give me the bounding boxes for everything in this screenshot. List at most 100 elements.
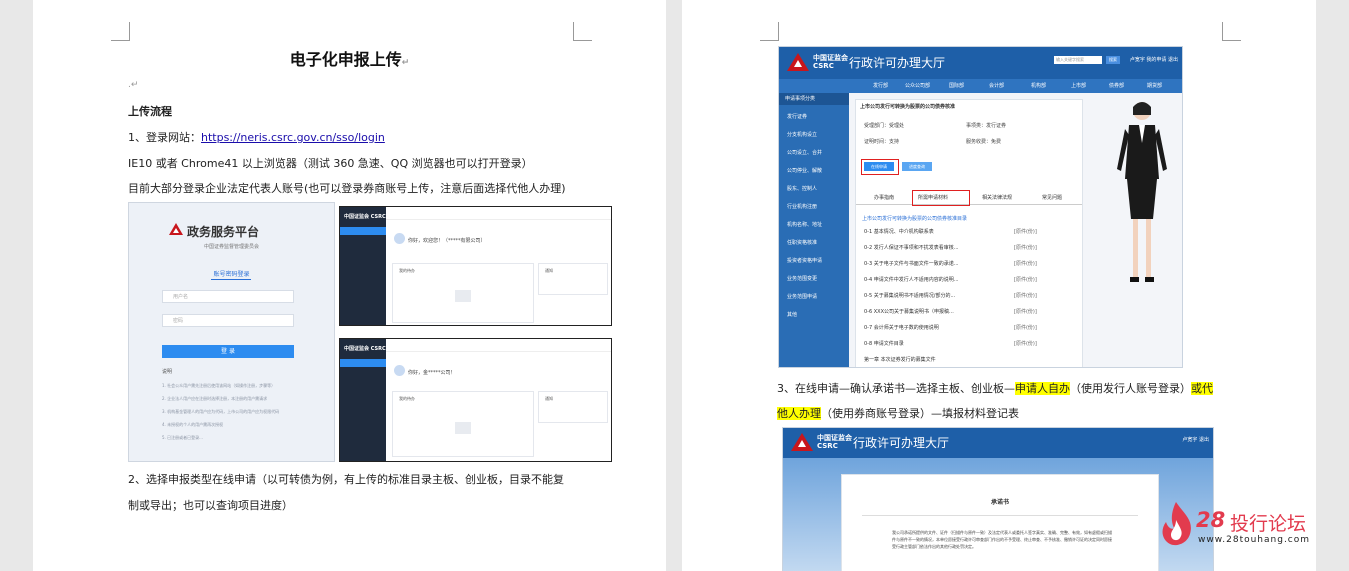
sidebar-item[interactable]: 业务范围申请: [787, 293, 817, 300]
nav-item[interactable]: 公众公司部: [905, 82, 930, 89]
nav-item[interactable]: 上市部: [1071, 82, 1086, 89]
sidebar-item[interactable]: 任职资格核准: [787, 239, 817, 246]
todo-card: 我的待办: [392, 263, 534, 323]
avatar: [394, 233, 405, 244]
csrc-logo-icon: [791, 433, 813, 451]
dashboard-welcome: 你好，欢迎您！（*****有限公司）: [408, 238, 486, 244]
login-note: 3. 机构基金管理人的用户应为代码，上市公司的用户应为权限代码: [162, 409, 280, 414]
matter-type-label: 事项类：发行证券: [966, 123, 1007, 129]
nav-item[interactable]: 期货部: [1147, 82, 1162, 89]
portal-screenshot: 中国证监会 CSRC 行政许可办理大厅 输入关键字搜索 搜索 卢宽宇 我的申请 退…: [778, 46, 1183, 368]
sidebar-item[interactable]: 行业机构注册: [787, 203, 817, 210]
platform-name: 政务服务平台: [187, 225, 260, 239]
matter-title: 上市公司发行可转换为股票的公司债券核准: [860, 104, 956, 110]
material-row[interactable]: 0-3 关于电子文件与书面文件一致的承诺... [原件(份)]: [864, 260, 1074, 267]
notice-card-title: 通知: [545, 396, 553, 401]
csrc-logo-icon: [169, 223, 183, 235]
sidebar-heading: 申请事项分类: [779, 93, 849, 105]
material-row[interactable]: 0-8 申请文件目录 [原件(份)]: [864, 340, 1074, 347]
nav-item[interactable]: 债券部: [1109, 82, 1124, 89]
csrc-logo-icon: [787, 53, 809, 71]
page-corner-mark: [111, 22, 130, 41]
sidebar-item[interactable]: 分支机构设立: [787, 131, 817, 138]
login-note: 4. 未授权的个人的用户需再次授权: [162, 422, 224, 427]
sidebar-item[interactable]: 投资者资格申请: [787, 257, 822, 264]
portal-nav: 发行部 公众公司部 国际部 会计部 机构部 上市部 债券部 期货部: [779, 79, 1182, 93]
portal-org: 中国证监会 CSRC: [817, 434, 852, 450]
sidebar-item[interactable]: 股东、控制人: [787, 185, 817, 192]
document-title: 电子化申报上传↵: [289, 50, 410, 69]
username-input[interactable]: 用户名: [162, 290, 294, 303]
login-note: 5. 已注册或者已登录...: [162, 435, 203, 440]
sidebar-item[interactable]: 机构名称、地址: [787, 221, 822, 228]
flame-logo-icon: [1162, 502, 1191, 546]
portal-main-panel: 上市公司发行可转换为股票的公司债券核准 受理部门：受理处 事项类：发行证券 证明…: [855, 99, 1083, 367]
watermark-text: 投行论坛: [1230, 513, 1307, 535]
sidebar-item[interactable]: 公司停业、解散: [787, 167, 822, 174]
tab-laws[interactable]: 相关法律法规: [982, 194, 1012, 201]
portal-search-input[interactable]: 输入关键字搜索: [1054, 56, 1102, 64]
document-page-left: 电子化申报上传↵ .↵ 上传流程 1、登录网站：https://neris.cs…: [33, 0, 666, 571]
dashboard-welcome: 你好，金*****公司！: [408, 370, 456, 376]
material-row[interactable]: 0-5 关于募集说明书不适用情况/部分的... [原件(份)]: [864, 292, 1074, 299]
tab-underline: [211, 279, 251, 280]
fee-info: 服务收费：免费: [966, 139, 1002, 145]
nav-item[interactable]: 发行部: [873, 82, 888, 89]
divider: [862, 515, 1138, 516]
watermark-number: 28: [1196, 508, 1226, 532]
dept-label: 受理部门：受理处: [864, 123, 905, 129]
login-note: 2. 企业法人用户应在注册时选择注册，本注册的用户需请求: [162, 396, 268, 401]
sidebar-item[interactable]: 公司设立、合并: [787, 149, 822, 156]
material-row[interactable]: 0-4 申请文件中发行人不适用内容的说明... [原件(份)]: [864, 276, 1074, 283]
step2-line-2: 制或导出；也可以查询项目进度）: [128, 499, 293, 512]
sidebar-item[interactable]: 发行证券: [787, 113, 807, 120]
dashboard-screenshot-2: 中国证监会 CSRC 你好，金*****公司！ 我的待办 通知: [339, 338, 612, 462]
portal-org: 中国证监会 CSRC: [813, 54, 848, 70]
todo-card-title: 我的待办: [399, 396, 415, 401]
highlight-box: [912, 190, 970, 206]
notes-title: 说明: [162, 369, 173, 375]
watermark-url: www.28touhang.com: [1198, 535, 1311, 545]
notice-card-title: 通知: [545, 268, 553, 273]
material-row[interactable]: 第一章 本次证券发行的募集文件: [864, 356, 1074, 363]
password-input[interactable]: 密码: [162, 314, 294, 327]
dashboard-topbar: [386, 207, 611, 220]
cert-info: 证明时间：支持: [864, 139, 900, 145]
material-row[interactable]: 0-7 会计师关于电子数的使用说明 [原件(份)]: [864, 324, 1074, 331]
dashboard-screenshot-1: 中国证监会 CSRC 你好，欢迎您！（*****有限公司） 我的待办 通知: [339, 206, 612, 326]
platform-subtitle: 中国证券监督管理委员会: [203, 244, 259, 250]
account-note: 目前大部分登录企业法定代表人账号(也可以登录券商账号上传，注意后面选择代他人办理…: [128, 182, 566, 195]
tab-password-login[interactable]: 账号密码登录: [129, 269, 334, 278]
dashboard-topbar: [386, 339, 611, 352]
page-corner-mark: [760, 22, 779, 41]
tab-guide[interactable]: 办事指南: [874, 194, 894, 201]
empty-box-icon: [455, 422, 471, 434]
portal-name: 行政许可办理大厅: [849, 56, 946, 70]
progress-query-button[interactable]: 进度查询: [902, 162, 932, 171]
portal-user-links[interactable]: 卢宽宇 退出: [1182, 436, 1209, 443]
login-note: 1. 社会公众用户需先注册后使用该网站（如操作注册，步骤等）: [162, 383, 276, 388]
sidebar-item[interactable]: 业务范围变更: [787, 275, 817, 282]
empty-box-icon: [455, 290, 471, 302]
portal-user-links[interactable]: 卢宽宇 我的申请 退出: [1130, 56, 1178, 63]
login-url-link[interactable]: https://neris.csrc.gov.cn/sso/login: [201, 131, 385, 144]
login-button[interactable]: 登 录: [162, 345, 294, 358]
portal-sidebar: 申请事项分类 发行证券 分支机构设立 公司设立、合并 公司停业、解散 股东、控制…: [779, 93, 849, 367]
section-heading: 上传流程: [128, 105, 172, 118]
page-corner-mark: [573, 22, 592, 41]
nav-item[interactable]: 机构部: [1031, 82, 1046, 89]
tab-faq[interactable]: 常见问题: [1042, 194, 1062, 201]
dashboard-nav-active: [340, 359, 386, 367]
step2-line-1: 2、选择申报类型在线申请（以可转债为例，有上传的标准目录主板、创业板，目录不能复: [128, 473, 564, 486]
material-row[interactable]: 0-2 发行人保证不事项和不扰发表看审核... [原件(份)]: [864, 244, 1074, 251]
dashboard-brand: 中国证监会 CSRC: [344, 214, 386, 220]
site-watermark: 28 投行论坛 www.28touhang.com: [1156, 500, 1326, 550]
dashboard-sidebar: [340, 339, 386, 461]
sidebar-item[interactable]: 其他: [787, 311, 797, 318]
material-row[interactable]: 0-6 XXX公司关于募集说明书（申报稿... [原件(份)]: [864, 308, 1074, 315]
browser-note: IE10 或者 Chrome41 以上浏览器（测试 360 急速、QQ 浏览器也…: [128, 157, 533, 170]
nav-item[interactable]: 会计部: [989, 82, 1004, 89]
nav-item[interactable]: 国际部: [949, 82, 964, 89]
portal-search-button[interactable]: 搜索: [1106, 56, 1120, 64]
material-row[interactable]: 0-1 基本情况、中介机构联系表 [原件(份)]: [864, 228, 1074, 235]
